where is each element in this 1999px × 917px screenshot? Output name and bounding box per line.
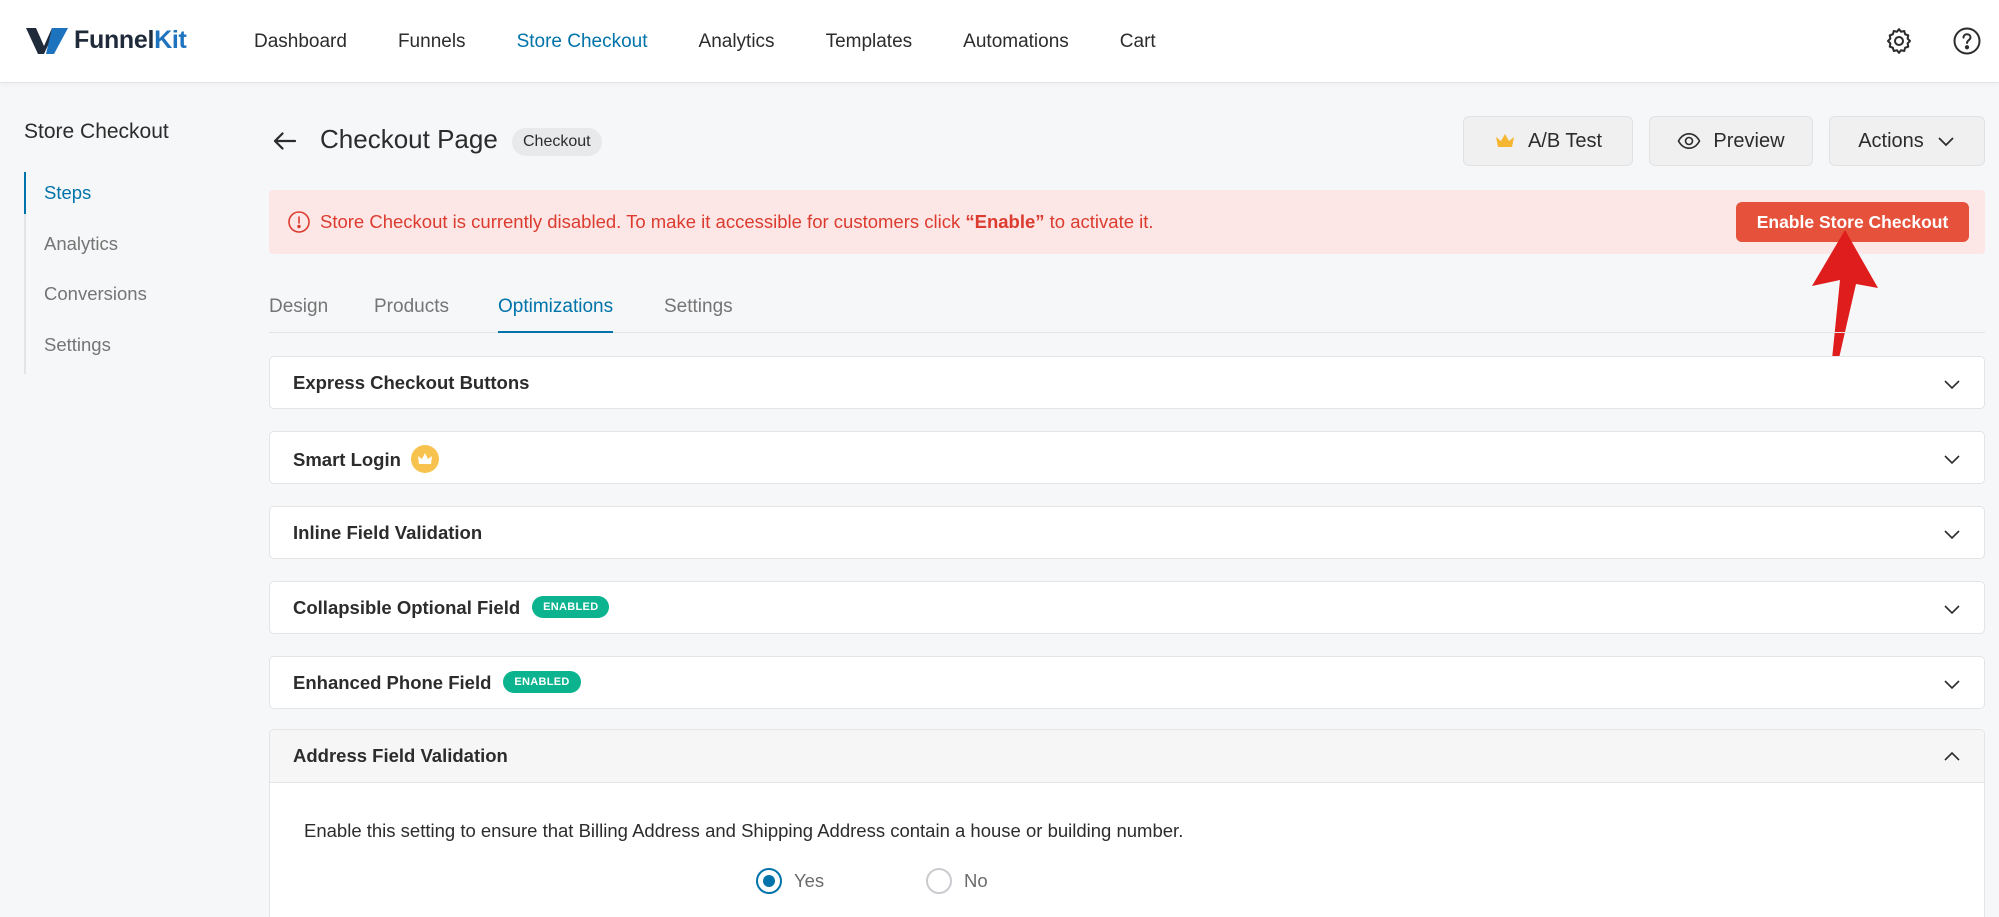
sidebar-item-settings[interactable]: Settings xyxy=(26,324,147,375)
accordion-inline-field-validation[interactable]: Inline Field Validation xyxy=(269,506,1985,559)
chevron-down-icon xyxy=(1938,137,1954,147)
info-icon xyxy=(288,211,310,233)
enabled-badge: ENABLED xyxy=(532,596,610,619)
setting-description: Enable this setting to ensure that Billi… xyxy=(304,820,1184,841)
tab-optimizations[interactable]: Optimizations xyxy=(498,296,614,333)
ab-test-label: A/B Test xyxy=(1527,129,1603,152)
actions-dropdown[interactable]: Actions xyxy=(1829,116,1985,166)
radio-button[interactable] xyxy=(756,868,782,894)
back-arrow-icon[interactable] xyxy=(268,124,302,158)
funnelkit-logo-icon xyxy=(26,28,68,54)
chevron-up-icon xyxy=(1944,751,1960,761)
funnelkit-logo[interactable]: FunnelKit xyxy=(24,22,187,58)
nav-automations[interactable]: Automations xyxy=(963,31,1069,53)
chevron-down-icon xyxy=(1944,380,1960,390)
enabled-badge: ENABLED xyxy=(503,671,581,694)
accordion-header[interactable]: Address Field Validation xyxy=(270,730,1984,783)
top-navigation-bar: FunnelKit Dashboard Funnels Store Checko… xyxy=(0,0,1999,83)
page-title: Checkout Page xyxy=(320,124,498,154)
accordion-express-checkout-buttons[interactable]: Express Checkout Buttons xyxy=(269,356,1985,409)
chevron-down-icon xyxy=(1944,605,1960,615)
sidebar-item-steps[interactable]: Steps xyxy=(24,172,147,223)
main-nav: Dashboard Funnels Store Checkout Analyti… xyxy=(254,0,1156,83)
pro-crown-icon xyxy=(410,445,439,473)
sidebar-item-conversions[interactable]: Conversions xyxy=(26,273,147,324)
accordion-title: Enhanced Phone Field ENABLED xyxy=(293,671,581,695)
radio-label: Yes xyxy=(794,870,825,891)
nav-cart[interactable]: Cart xyxy=(1120,31,1156,53)
radio-option-yes[interactable]: Yes xyxy=(756,868,824,894)
radio-button[interactable] xyxy=(926,868,952,894)
nav-store-checkout[interactable]: Store Checkout xyxy=(517,31,648,53)
chevron-down-icon xyxy=(1944,455,1960,465)
gear-icon[interactable] xyxy=(1882,24,1916,58)
tab-products[interactable]: Products xyxy=(374,296,449,333)
accordion-title: Express Checkout Buttons xyxy=(293,372,530,393)
accordion-title: Inline Field Validation xyxy=(293,522,483,543)
nav-dashboard[interactable]: Dashboard xyxy=(254,31,347,53)
brand-name: FunnelKit xyxy=(74,25,187,54)
chevron-down-icon xyxy=(1944,680,1960,690)
crown-icon xyxy=(1495,134,1514,147)
nav-analytics[interactable]: Analytics xyxy=(699,31,775,53)
nav-funnels[interactable]: Funnels xyxy=(398,31,466,53)
preview-button[interactable]: Preview xyxy=(1649,116,1813,166)
radio-label: No xyxy=(964,870,988,891)
accordion-title: Smart Login xyxy=(293,445,439,475)
nav-templates[interactable]: Templates xyxy=(826,31,913,53)
accordion-enhanced-phone-field[interactable]: Enhanced Phone Field ENABLED xyxy=(269,656,1985,709)
radio-option-no[interactable]: No xyxy=(926,868,988,894)
preview-label: Preview xyxy=(1713,129,1785,152)
accordion-title: Collapsible Optional Field ENABLED xyxy=(293,596,610,620)
page-type-badge: Checkout xyxy=(512,128,602,156)
sidebar-title: Store Checkout xyxy=(24,120,169,143)
help-icon[interactable] xyxy=(1950,24,1984,58)
tab-design[interactable]: Design xyxy=(269,296,328,333)
sidebar-menu: Steps Analytics Conversions Settings xyxy=(24,172,147,374)
actions-label: Actions xyxy=(1858,129,1924,152)
tab-bar: Design Products Optimizations Settings xyxy=(269,290,1985,333)
accordion-address-field-validation: Address Field Validation Enable this set… xyxy=(269,729,1985,917)
ab-test-button[interactable]: A/B Test xyxy=(1463,116,1633,166)
sidebar-item-analytics[interactable]: Analytics xyxy=(26,223,147,274)
accordion-smart-login[interactable]: Smart Login xyxy=(269,431,1985,484)
tab-settings[interactable]: Settings xyxy=(664,296,733,333)
accordion-title: Address Field Validation xyxy=(293,745,508,766)
eye-icon xyxy=(1678,132,1701,150)
store-checkout-disabled-alert: Store Checkout is currently disabled. To… xyxy=(269,190,1985,254)
accordion-collapsible-optional-field[interactable]: Collapsible Optional Field ENABLED xyxy=(269,581,1985,634)
alert-message: Store Checkout is currently disabled. To… xyxy=(320,211,1154,232)
chevron-down-icon xyxy=(1944,530,1960,540)
